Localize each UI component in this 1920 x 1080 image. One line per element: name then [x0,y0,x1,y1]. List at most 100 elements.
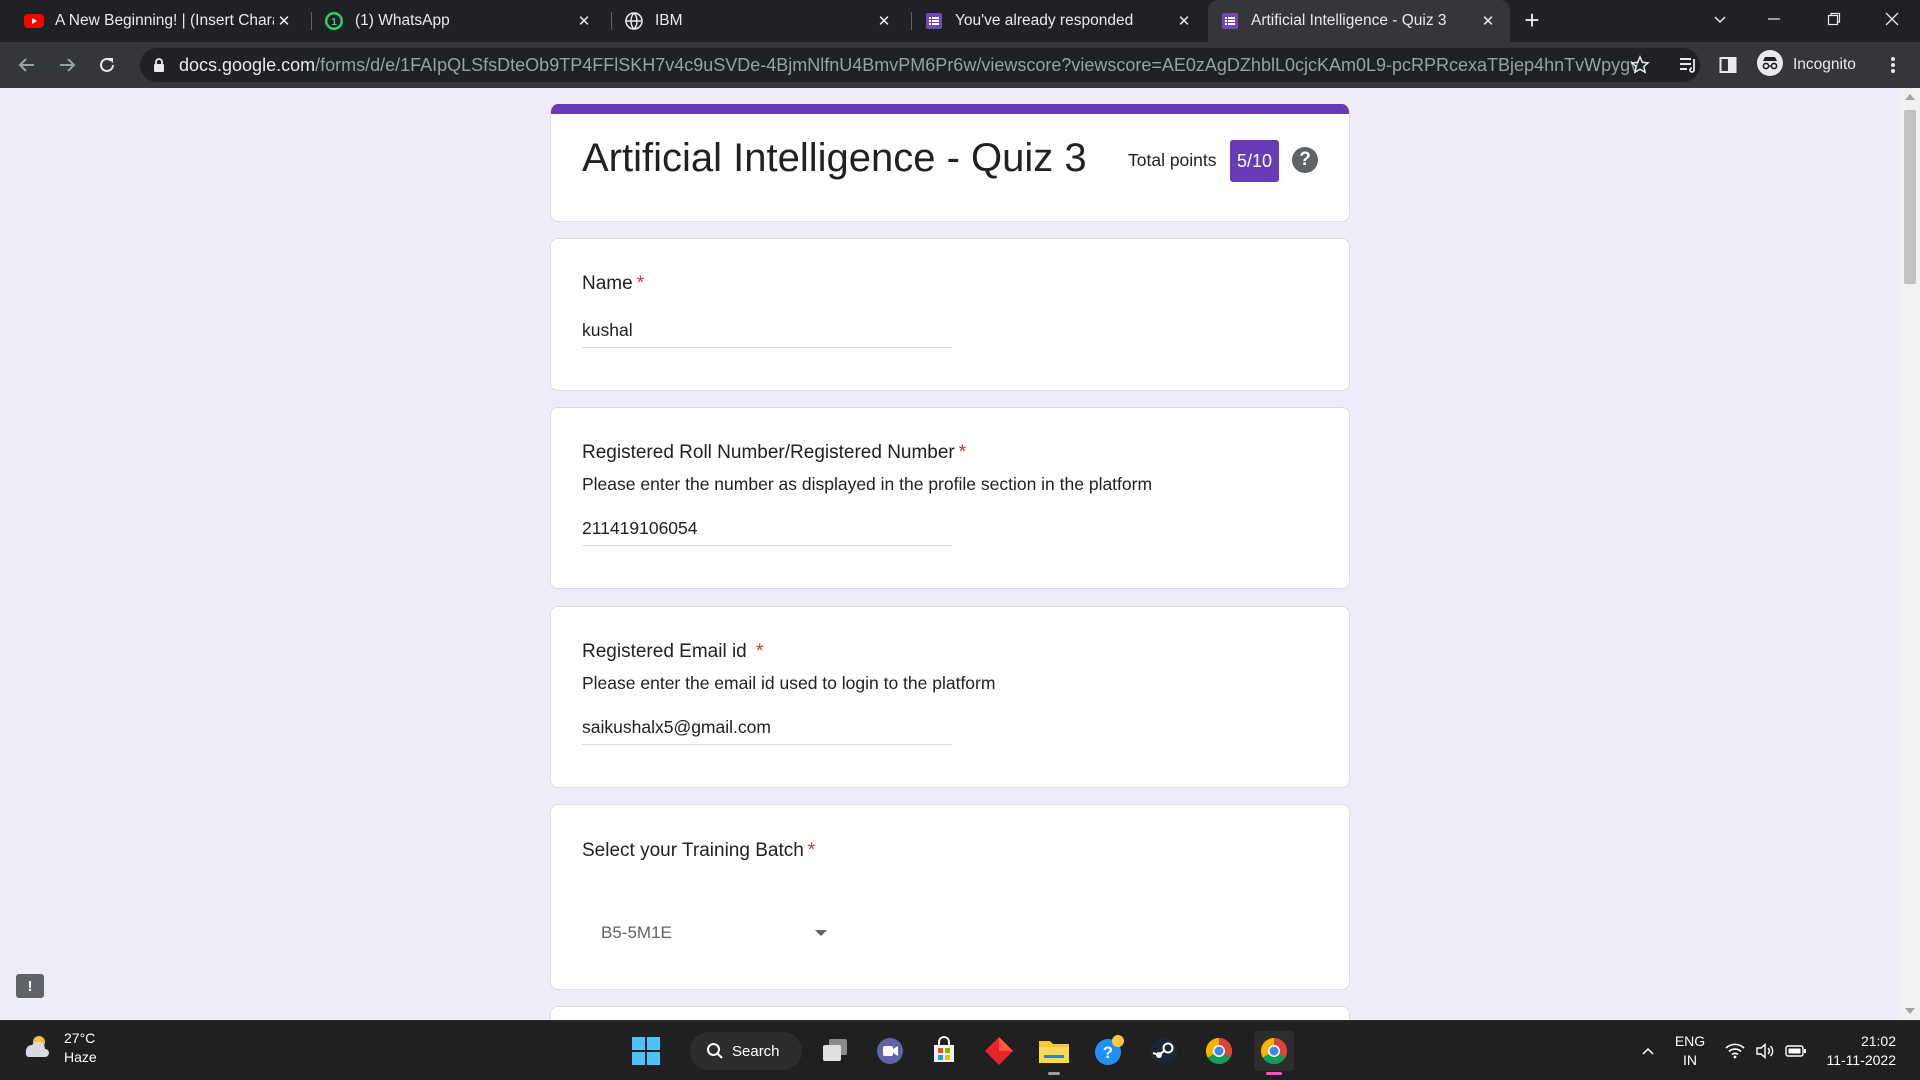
file-explorer-icon[interactable] [1034,1031,1074,1075]
tray-overflow-chevron-icon[interactable] [1636,1021,1660,1080]
weather-description: Haze [64,1049,97,1065]
wifi-icon[interactable] [1722,1021,1748,1080]
question-card-email: Registered Email id * Please enter the e… [550,606,1350,788]
reload-icon[interactable] [91,49,123,81]
teams-chat-icon[interactable] [870,1031,910,1071]
whatsapp-icon: 1 [324,11,344,31]
restore-icon[interactable] [1806,0,1862,38]
tab-youtube[interactable]: A New Beginning! | (Insert Chara ✕ [12,0,306,42]
question-title: Registered Email id * [582,641,763,663]
required-asterisk: * [636,273,645,294]
page-scrollbar[interactable] [1900,88,1920,1020]
forward-arrow-icon[interactable] [51,49,83,81]
page-viewport: Artificial Intelligence - Quiz 3 Total p… [0,88,1900,1020]
google-forms-icon [1220,11,1240,31]
question-title: Select your Training Batch * [582,840,815,862]
star-bookmark-icon[interactable] [1624,49,1656,81]
get-help-icon[interactable]: ? [1089,1031,1129,1071]
language-region: IN [1683,1052,1697,1068]
score-badge: 5/10 [1230,140,1280,182]
incognito-icon [1756,49,1784,82]
dropdown-caret-icon [815,930,827,936]
scroll-up-arrow-icon[interactable] [1905,94,1915,100]
clock-time: 21:02 [1860,1033,1896,1049]
windows-start-icon[interactable] [626,1031,666,1071]
tab-title: Artificial Intelligence - Quiz 3 [1251,12,1447,29]
reading-list-icon[interactable] [1672,49,1704,81]
required-asterisk: * [807,840,816,861]
more-menu-icon[interactable] [1880,49,1906,81]
volume-icon[interactable] [1752,1021,1778,1080]
weather-haze-icon [20,1030,52,1067]
question-card-training-batch: Select your Training Batch * B5-5M1E [550,804,1350,990]
address-bar[interactable]: docs.google.com/forms/d/e/1FAIpQLSfsDteO… [140,48,1700,82]
browser-tab-strip: A New Beginning! | (Insert Chara ✕ 1 (1)… [0,0,1920,42]
search-label: Search [732,1042,780,1060]
language-code: ENG [1674,1033,1706,1049]
tab-title: IBM [655,12,683,29]
tab-close-icon[interactable]: ✕ [274,11,294,31]
incognito-profile-button[interactable]: Incognito [1756,48,1876,82]
incognito-label: Incognito [1793,56,1856,73]
weather-temperature: 27°C [64,1030,96,1046]
select-value: B5-5M1E [601,923,672,942]
running-indicator [1266,1072,1282,1075]
tab-whatsapp[interactable]: 1 (1) WhatsApp ✕ [312,0,606,42]
new-tab-button[interactable]: + [1518,7,1546,33]
scroll-down-arrow-icon[interactable] [1905,1008,1915,1014]
help-icon[interactable]: ? [1292,147,1318,173]
question-title-text: Registered Email id [582,641,753,662]
lock-icon[interactable] [152,57,166,73]
red-diamond-app-icon[interactable] [979,1031,1019,1071]
chrome-active-icon[interactable] [1254,1031,1294,1075]
chrome-icon[interactable] [1199,1031,1239,1071]
microsoft-store-icon[interactable] [924,1031,964,1071]
question-title: Name * [582,273,644,295]
scrollbar-thumb[interactable] [1904,110,1916,284]
question-title-text: Registered Roll Number/Registered Number [582,442,955,463]
report-feedback-icon[interactable]: ! [16,974,44,998]
tab-ibm[interactable]: IBM ✕ [612,0,906,42]
question-card-next [550,1006,1350,1020]
total-points-label: Total points [1128,150,1217,170]
windows-taskbar: 27°C Haze Search ? ENG IN 21:02 11-11-20… [0,1020,1920,1080]
side-panel-icon[interactable] [1712,49,1744,81]
required-asterisk: * [958,442,967,463]
svg-text:?: ? [1103,1043,1113,1062]
tab-already-responded[interactable]: You've already responded ✕ [912,0,1206,42]
tab-close-icon[interactable]: ✕ [874,11,894,31]
url-path: /forms/d/e/1FAIpQLSfsDteOb9TP4FFlSKH7v4c… [315,54,1639,75]
svg-text:1: 1 [331,17,337,28]
header-accent-bar [551,104,1349,114]
question-title-text: Name [582,273,633,294]
task-view-icon[interactable] [815,1031,855,1071]
question-description: Please enter the email id used to login … [582,673,996,693]
close-window-icon[interactable] [1864,0,1920,38]
form-header-card: Artificial Intelligence - Quiz 3 Total p… [550,104,1350,222]
tab-ai-quiz-active[interactable]: Artificial Intelligence - Quiz 3 ✕ [1208,0,1510,42]
tab-search-chevron-icon[interactable] [1692,0,1748,38]
tab-title: A New Beginning! | (Insert Chara [55,12,274,29]
question-description: Please enter the number as displayed in … [582,474,1153,494]
question-card-roll-number: Registered Roll Number/Registered Number… [550,407,1350,589]
minimize-icon[interactable] [1746,0,1802,38]
question-title-text: Select your Training Batch [582,840,804,861]
taskbar-search-button[interactable]: Search [690,1032,802,1070]
system-clock[interactable]: 21:02 11-11-2022 [1820,1032,1896,1070]
steam-icon[interactable] [1144,1031,1184,1071]
clock-date: 11-11-2022 [1826,1052,1896,1068]
globe-icon [624,11,644,31]
input-language-indicator[interactable]: ENG IN [1672,1032,1708,1070]
tab-close-icon[interactable]: ✕ [1174,11,1194,31]
tab-title: (1) WhatsApp [355,12,450,29]
url-host: docs.google.com [179,54,316,75]
browser-toolbar: docs.google.com/forms/d/e/1FAIpQLSfsDteO… [0,42,1920,88]
tab-close-icon[interactable]: ✕ [574,11,594,31]
google-forms-icon [924,11,944,31]
back-arrow-icon[interactable] [11,49,43,81]
tab-close-icon[interactable]: ✕ [1478,11,1498,31]
weather-widget[interactable]: 27°C Haze [20,1029,97,1067]
training-batch-select[interactable]: B5-5M1E [601,913,827,953]
url-text[interactable]: docs.google.com/forms/d/e/1FAIpQLSfsDteO… [179,55,1639,76]
battery-icon[interactable] [1782,1021,1810,1080]
